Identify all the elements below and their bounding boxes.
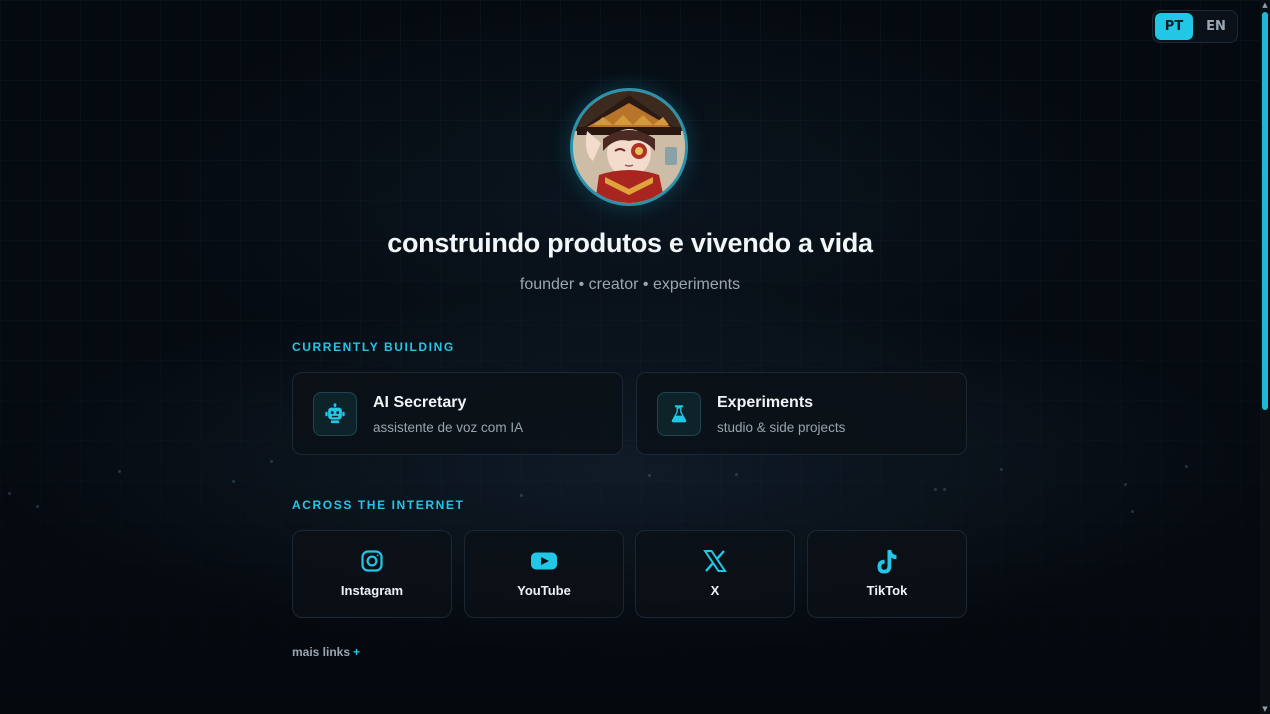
youtube-icon xyxy=(465,549,623,573)
tiktok-icon xyxy=(808,549,966,574)
social-label: TikTok xyxy=(866,583,908,598)
avatar xyxy=(570,88,688,206)
scroll-down-arrow-icon[interactable]: ▼ xyxy=(1261,705,1269,713)
plus-icon: + xyxy=(353,645,361,659)
social-link-youtube[interactable]: YouTube xyxy=(464,530,624,618)
scroll-up-arrow-icon[interactable]: ▲ xyxy=(1261,1,1269,9)
language-switcher: PT EN xyxy=(1152,10,1238,43)
social-label: X xyxy=(710,583,720,598)
scrollbar-thumb[interactable] xyxy=(1262,12,1268,410)
social-link-instagram[interactable]: Instagram xyxy=(292,530,452,618)
project-card-ai-secretary[interactable]: AI Secretary assistente de voz com IA xyxy=(292,372,623,455)
section-label-currently-building: CURRENTLY BUILDING xyxy=(292,340,455,354)
scrollbar[interactable]: ▲ ▼ xyxy=(1260,0,1270,714)
lang-button-en[interactable]: EN xyxy=(1197,13,1235,40)
flask-icon xyxy=(657,392,701,436)
card-subtitle: studio & side projects xyxy=(717,420,846,435)
card-title: Experiments xyxy=(717,394,814,411)
instagram-icon xyxy=(293,549,451,573)
card-title: AI Secretary xyxy=(373,394,467,411)
social-label: YouTube xyxy=(517,583,571,598)
more-links-label: mais links xyxy=(292,645,351,659)
card-subtitle: assistente de voz com IA xyxy=(373,420,524,435)
more-links-link[interactable]: mais links + xyxy=(292,645,360,659)
section-label-across-internet: ACROSS THE INTERNET xyxy=(292,498,465,512)
project-card-experiments[interactable]: Experiments studio & side projects xyxy=(636,372,967,455)
social-label: Instagram xyxy=(340,583,404,598)
tagline: founder • creator • experiments xyxy=(519,276,741,293)
lang-button-pt[interactable]: PT xyxy=(1155,13,1193,40)
x-icon xyxy=(636,549,794,573)
robot-icon xyxy=(313,392,357,436)
headline: construindo produtos e vivendo a vida xyxy=(387,228,873,258)
social-link-x[interactable]: X xyxy=(635,530,795,618)
social-link-tiktok[interactable]: TikTok xyxy=(807,530,967,618)
